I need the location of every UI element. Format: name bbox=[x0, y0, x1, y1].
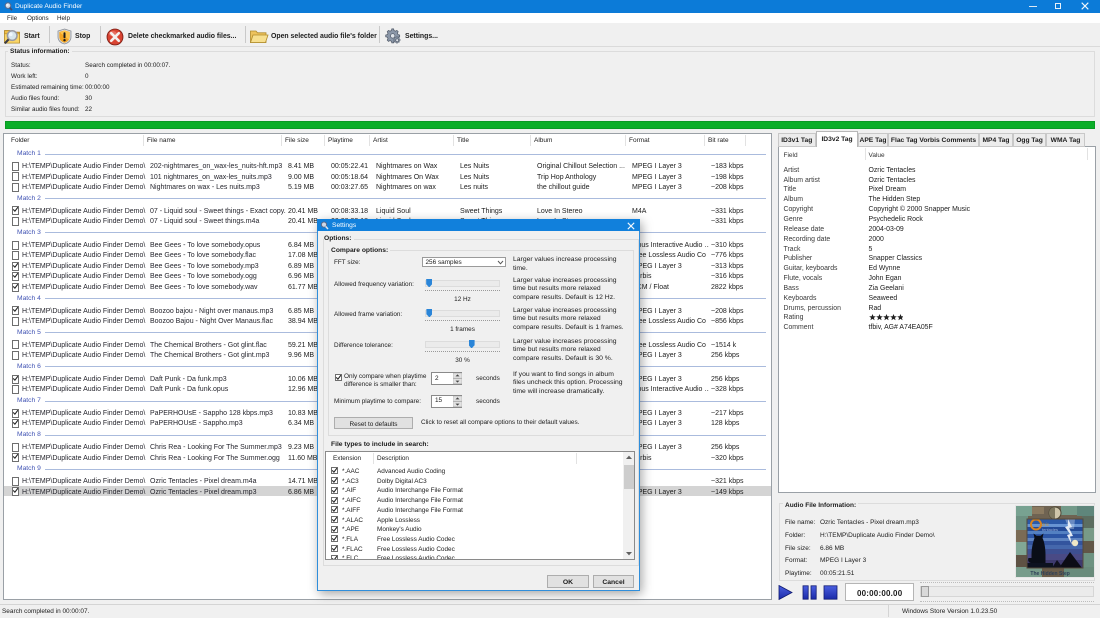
svg-text:tentacles: tentacles bbox=[1042, 527, 1058, 532]
svg-text:The Hidden Step: The Hidden Step bbox=[1029, 571, 1070, 577]
